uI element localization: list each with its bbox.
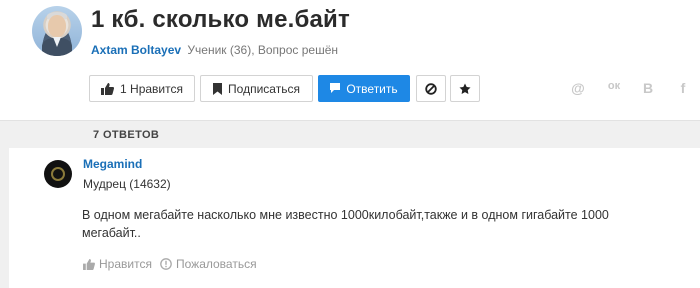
block-icon [425, 82, 437, 95]
answer-report-button[interactable]: Пожаловаться [160, 257, 257, 271]
answer-like-button[interactable]: Нравится [83, 257, 152, 271]
comment-icon [330, 83, 341, 94]
author-rank: Ученик (36), Вопрос решён [187, 43, 338, 57]
answer-author-rank: Мудрец (14632) [83, 177, 171, 191]
answer-text: В одном мегабайте насколько мне известно… [82, 208, 609, 240]
share-mail-icon[interactable]: @ [570, 80, 586, 96]
block-button[interactable] [416, 75, 446, 102]
answer-author-avatar[interactable] [44, 160, 72, 188]
answer-report-label: Пожаловаться [176, 257, 257, 271]
subscribe-button-label: Подписаться [228, 81, 300, 96]
subscribe-button[interactable]: Подписаться [200, 75, 313, 102]
author-name-link[interactable]: Axtam Boltayev [91, 43, 181, 57]
answer-button[interactable]: Ответить [318, 75, 410, 102]
answer-button-label: Ответить [346, 81, 398, 96]
question-title: 1 кб. сколько ме.байт [91, 6, 350, 33]
warning-icon [160, 258, 172, 270]
answer-author-name[interactable]: Megamind [83, 157, 142, 171]
page-gutter [0, 148, 9, 288]
answers-count: 7 ОТВЕТОВ [93, 129, 160, 141]
like-button[interactable]: 1 Нравится [89, 75, 195, 102]
question-header: 1 кб. сколько ме.байт Axtam Boltayev Уче… [0, 0, 700, 120]
star-icon [459, 83, 471, 95]
question-meta: Axtam Boltayev Ученик (36), Вопрос решён [91, 43, 338, 57]
share-facebook-icon[interactable]: f [675, 80, 691, 96]
like-button-label: 1 Нравится [120, 81, 183, 96]
bookmark-icon [213, 82, 223, 95]
thumbs-up-icon [83, 258, 95, 270]
answer-item: Megamind Мудрец (14632) В одном мегабайт… [9, 148, 700, 288]
favorite-button[interactable] [450, 75, 480, 102]
share-vk-icon[interactable]: В [640, 80, 656, 96]
answer-like-label: Нравится [99, 257, 152, 271]
author-avatar[interactable] [32, 6, 82, 56]
thumbs-up-icon [101, 82, 115, 95]
share-odnoklassniki-icon[interactable]: ок [606, 80, 622, 92]
